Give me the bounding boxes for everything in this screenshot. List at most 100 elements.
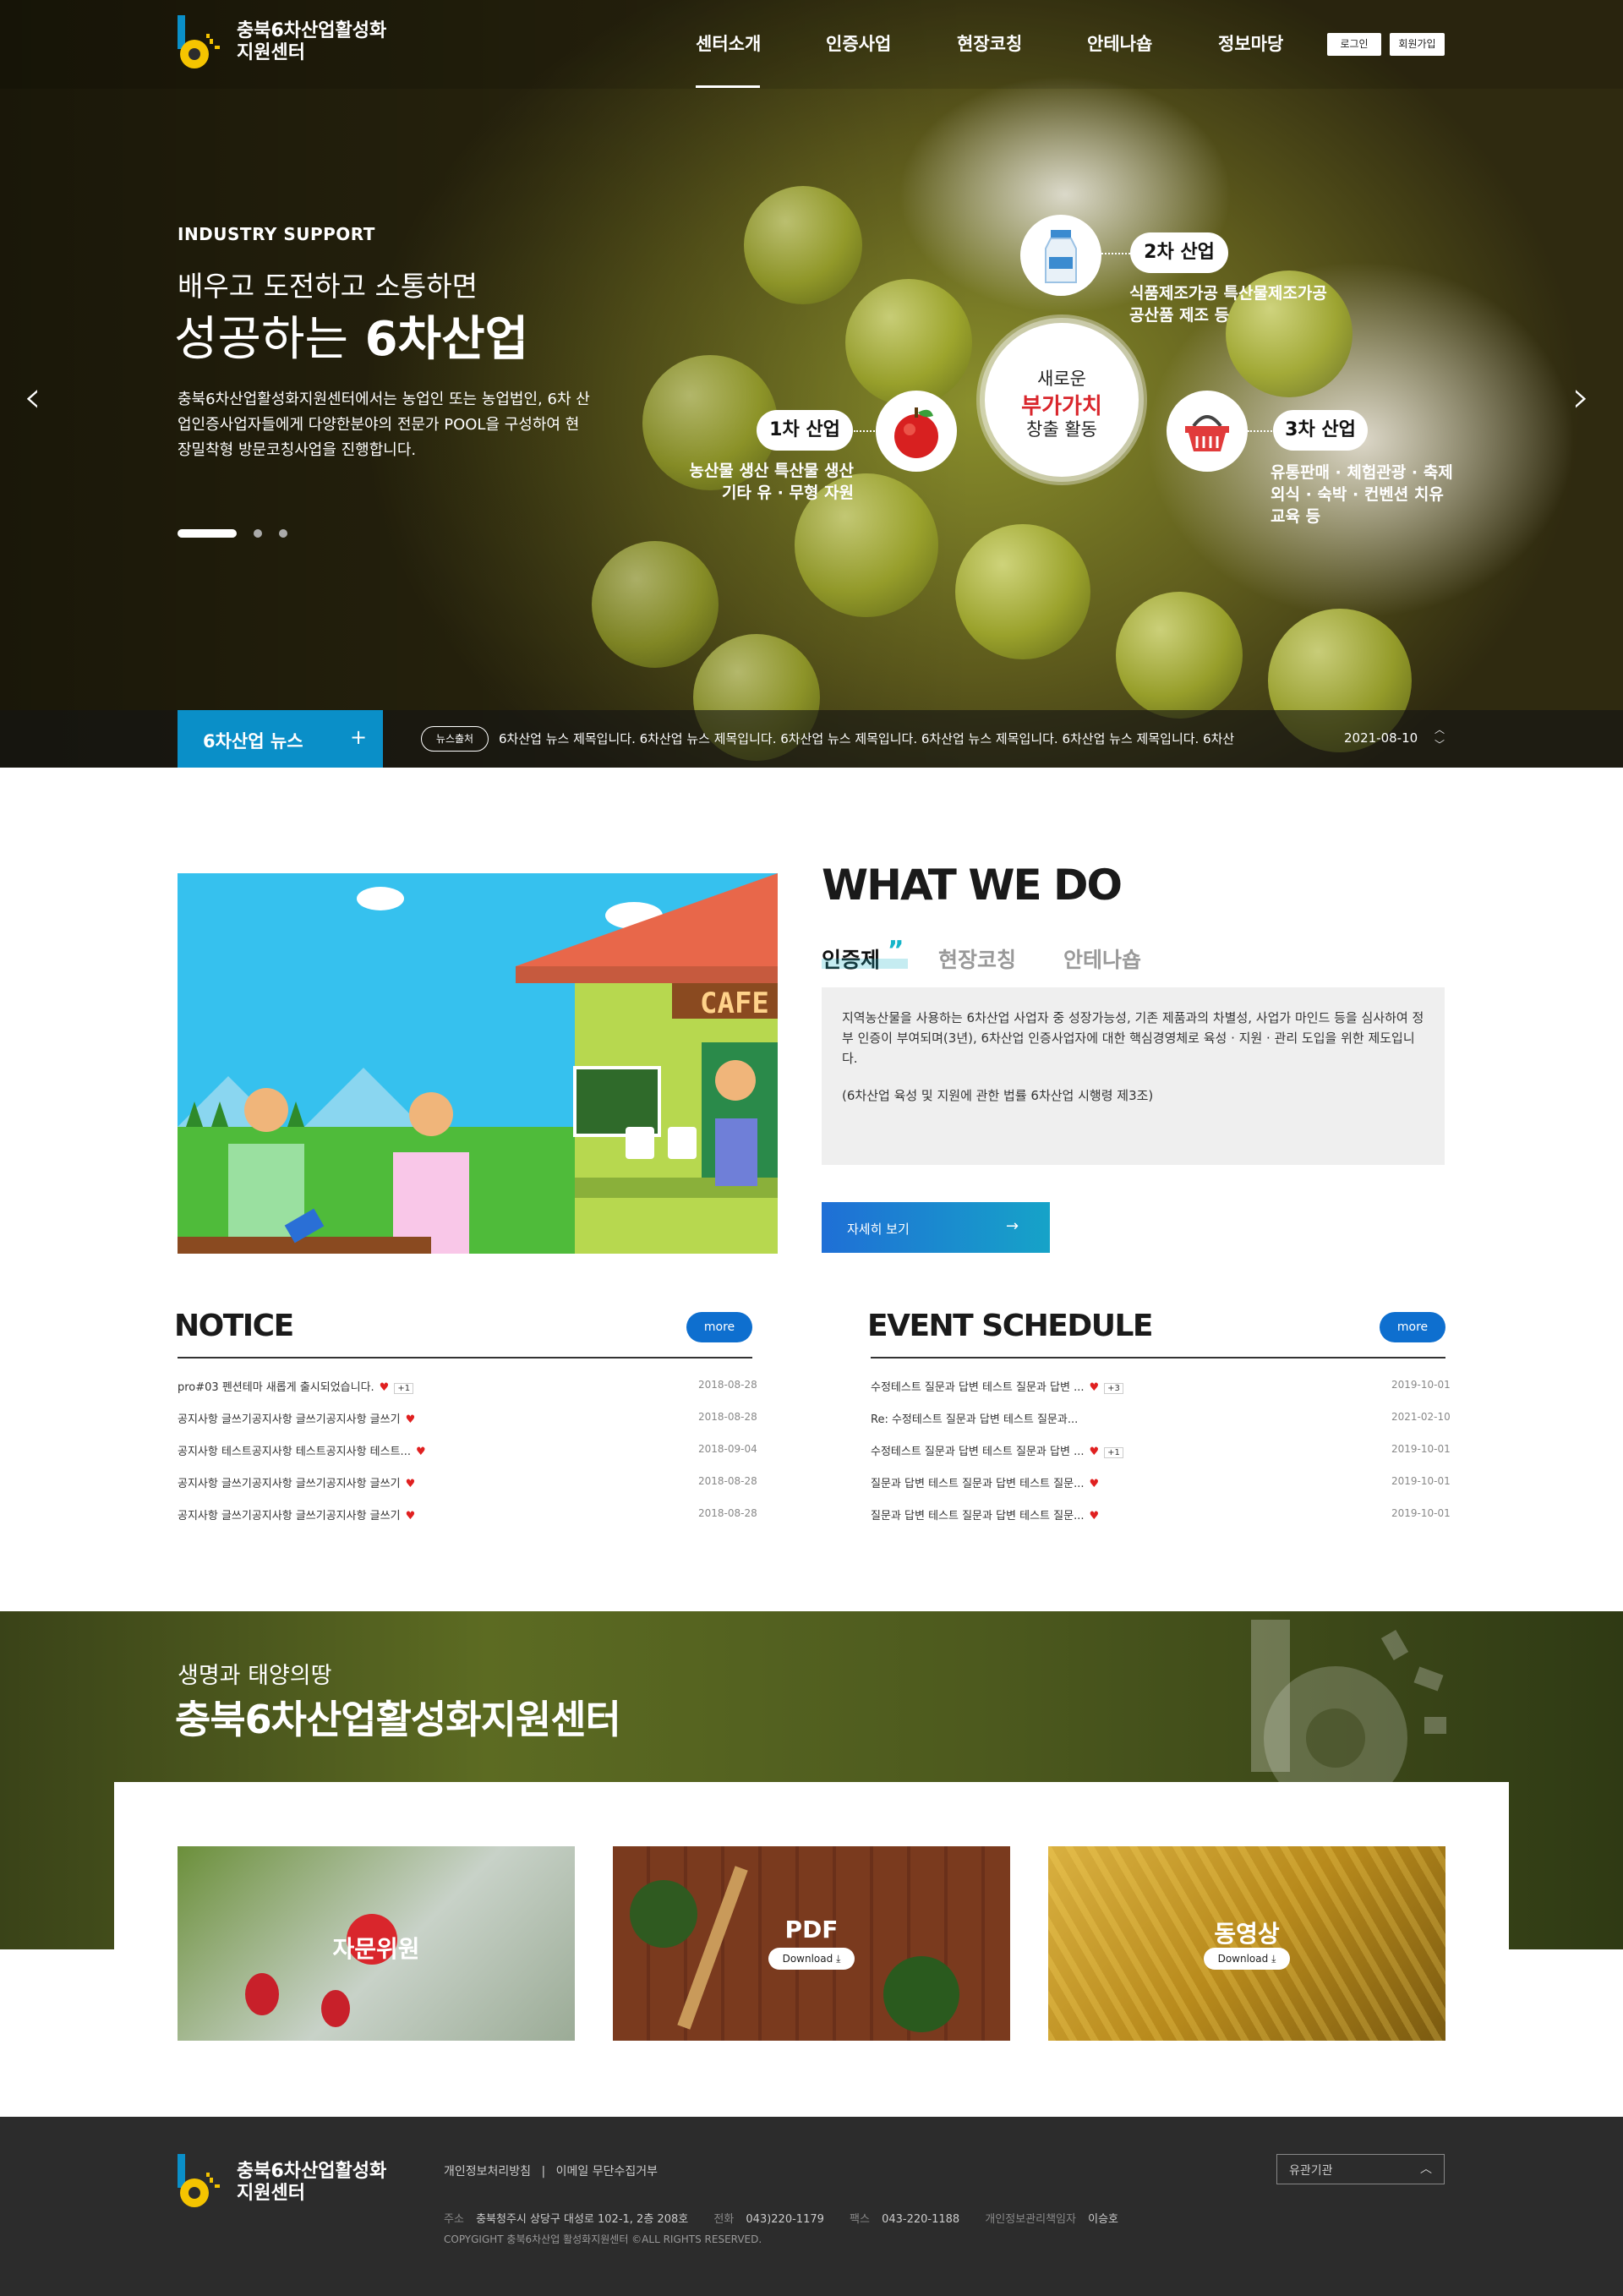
nav-item-antenna-shop[interactable]: 안테나숍 — [1087, 30, 1152, 56]
list-item-date: 2018-08-28 — [698, 1507, 757, 1519]
video-download-button[interactable]: Download ⤓ — [1204, 1948, 1290, 1970]
hero-overlay — [0, 0, 1623, 768]
industry1-desc-line1: 농산물 생산 특산물 생산 — [689, 462, 854, 480]
hero-title: 성공하는 6차산업 — [174, 301, 528, 369]
video-card[interactable]: 동영상 Download ⤓ — [1048, 1846, 1445, 2041]
notice-more-button[interactable]: more — [686, 1312, 752, 1342]
list-item-title: 공지사항 테스트공지사항 테스트공지사항 테스트... — [178, 1446, 411, 1458]
chevron-up-icon: ︿ — [1420, 2162, 1432, 2176]
brand-name-line2: 지원센터 — [237, 42, 305, 63]
industry2-desc-line1: 식품제조가공 특산물제조가공 — [1129, 284, 1327, 303]
industry1-description: 농산물 생산 특산물 생산 기타 유 · 무형 자원 — [689, 460, 854, 504]
privacy-officer-value: 이승호 — [1088, 2213, 1118, 2226]
footer-contact-info: 주소 충북청주시 상당구 대성로 102-1, 2층 208호 전화 043)2… — [444, 2210, 1118, 2226]
list-item[interactable]: 공지사항 글쓰기공지사항 글쓰기공지사항 글쓰기 ♥ — [178, 1410, 415, 1426]
industry3-desc-line3: 교육 등 — [1271, 507, 1321, 526]
pdf-card-label: PDF — [784, 1916, 839, 1943]
tel-value: 043)220-1179 — [746, 2213, 824, 2226]
signup-button[interactable]: 회원가입 — [1390, 33, 1445, 56]
slide-indicator[interactable] — [279, 529, 287, 538]
chevron-down-icon[interactable]: ﹀ — [1434, 737, 1445, 752]
logo-icon[interactable] — [178, 15, 221, 71]
list-item[interactable]: 질문과 답변 테스트 질문과 답변 테스트 질문... ♥ — [871, 1474, 1099, 1490]
nav-active-indicator — [696, 85, 760, 88]
advisor-card[interactable]: 자문위원 — [178, 1846, 575, 2041]
cafe-illustration: CAFE — [178, 873, 778, 1254]
fax-value: 043-220-1188 — [882, 2213, 960, 2226]
value-circle: 새로운 부가가치 창출 활동 — [985, 323, 1139, 477]
list-item-date: 2018-08-28 — [698, 1411, 757, 1423]
news-label-button[interactable]: 6차산업 뉴스 + — [178, 710, 383, 768]
prev-slide-arrow-icon[interactable]: ‹ — [24, 372, 41, 423]
list-item[interactable]: 공지사항 글쓰기공지사항 글쓰기공지사항 글쓰기 ♥ — [178, 1506, 415, 1522]
download-icon: ⤓ — [1271, 1953, 1276, 1965]
list-item-date: 2018-09-04 — [698, 1443, 757, 1455]
heart-icon: ♥ — [405, 1413, 416, 1426]
list-item-title: 공지사항 글쓰기공지사항 글쓰기공지사항 글쓰기 — [178, 1478, 401, 1490]
top-navigation: 충북6차산업활성화 지원센터 센터소개 인증사업 현장코칭 안테나숍 정보마당 … — [0, 0, 1623, 89]
event-more-button[interactable]: more — [1380, 1312, 1445, 1342]
value-circle-line1: 새로운 — [1037, 369, 1086, 389]
list-item[interactable]: Re: 수정테스트 질문과 답변 테스트 질문과... — [871, 1410, 1078, 1426]
list-item-date: 2018-08-28 — [698, 1475, 757, 1487]
nav-item-about[interactable]: 센터소개 — [696, 30, 761, 56]
list-item-title: 질문과 답변 테스트 질문과 답변 테스트 질문... — [871, 1510, 1085, 1522]
center-subtitle: 생명과 태양의땅 — [178, 1663, 332, 1689]
hero-section: 충북6차산업활성화 지원센터 센터소개 인증사업 현장코칭 안테나숍 정보마당 … — [0, 0, 1623, 768]
cafe-sign-text: CAFE — [700, 987, 769, 1020]
tab-antenna-shop[interactable]: 안테나숍 — [1063, 943, 1141, 974]
related-sites-select[interactable]: 유관기관 ︿ — [1276, 2154, 1445, 2184]
view-detail-label: 자세히 보기 — [847, 1222, 910, 1237]
connector-line — [1101, 253, 1130, 254]
whatwedo-body: 지역농산물을 사용하는 6차산업 사업자 중 성장가능성, 기존 제품과의 차별… — [842, 1010, 1424, 1066]
whatwedo-note: (6차산업 육성 및 지원에 관한 법률 6차산업 시행령 제3조) — [842, 1088, 1154, 1103]
email-refusal-link[interactable]: 이메일 무단수집거부 — [556, 2165, 658, 2178]
whatwedo-title: WHAT WE DO — [822, 861, 1123, 910]
video-card-label: 동영상 — [1214, 1920, 1280, 1948]
list-item[interactable]: 공지사항 글쓰기공지사항 글쓰기공지사항 글쓰기 ♥ — [178, 1474, 415, 1490]
list-item[interactable]: 공지사항 테스트공지사항 테스트공지사항 테스트... ♥ — [178, 1442, 426, 1458]
news-source-tag: 뉴스출처 — [421, 726, 489, 752]
tab-coaching[interactable]: 현장코칭 — [938, 943, 1016, 974]
slide-indicator[interactable] — [254, 529, 262, 538]
heart-icon: ♥ — [405, 1478, 416, 1490]
whatwedo-description-box: 지역농산물을 사용하는 6차산업 사업자 중 성장가능성, 기존 제품과의 차별… — [822, 987, 1445, 1165]
industry2-desc-line2: 공산품 제조 등 — [1129, 306, 1230, 325]
shopping-basket-icon — [1167, 391, 1248, 472]
list-item[interactable]: 수정테스트 질문과 답변 테스트 질문과 답변 ... ♥ +1 — [871, 1442, 1123, 1458]
address-label: 주소 — [444, 2213, 464, 2226]
strawberry-image — [245, 1973, 279, 2015]
list-item[interactable]: 질문과 답변 테스트 질문과 답변 테스트 질문... ♥ — [871, 1506, 1099, 1522]
heart-icon: ♥ — [405, 1510, 416, 1522]
nav-item-info[interactable]: 정보마당 — [1218, 30, 1283, 56]
list-item[interactable]: pro#03 펜션테마 새롭게 출시되었습니다. ♥ +1 — [178, 1378, 414, 1394]
value-circle-line3: 창출 활동 — [1026, 419, 1097, 440]
list-item[interactable]: 수정테스트 질문과 답변 테스트 질문과 답변 ... ♥ +3 — [871, 1378, 1123, 1394]
privacy-policy-link[interactable]: 개인정보처리방침 — [444, 2165, 531, 2178]
nav-item-certification[interactable]: 인증사업 — [826, 30, 891, 56]
news-headline-link[interactable]: 6차산업 뉴스 제목입니다. 6차산업 뉴스 제목입니다. 6차산업 뉴스 제목… — [499, 730, 1234, 747]
hero-description: 충북6차산업활성화지원센터에서는 농업인 또는 농업법인, 6차 산업인증사업자… — [178, 391, 590, 459]
copyright: COPYGIGHT 충북6차산업 활성화지원센터 ©ALL RIGHTS RES… — [444, 2233, 762, 2245]
brand-name[interactable]: 충북6차산업활성화 지원센터 — [237, 20, 386, 64]
next-slide-arrow-icon[interactable]: › — [1572, 372, 1590, 423]
pdf-card[interactable]: PDF Download ⤓ — [613, 1846, 1010, 2041]
list-item-title: Re: 수정테스트 질문과 답변 테스트 질문과... — [871, 1413, 1079, 1426]
list-item-title: 공지사항 글쓰기공지사항 글쓰기공지사항 글쓰기 — [178, 1510, 401, 1522]
address-value: 충북청주시 상당구 대성로 102-1, 2층 208호 — [476, 2213, 689, 2226]
connector-line — [1248, 430, 1275, 432]
pdf-download-button[interactable]: Download ⤓ — [768, 1948, 855, 1970]
chevron-up-icon[interactable]: ︿ — [1434, 722, 1445, 737]
list-item-date: 2019-10-01 — [1391, 1507, 1451, 1519]
pdf-download-label: Download — [782, 1953, 833, 1965]
footer-brand-name: 충북6차산업활성화 지원센터 — [237, 2161, 386, 2205]
login-button[interactable]: 로그인 — [1327, 33, 1381, 56]
industry2-description: 식품제조가공 특산물제조가공 공산품 제조 등 — [1129, 282, 1383, 326]
slide-indicator-active[interactable] — [178, 529, 237, 538]
industry3-desc-line2: 외식 · 숙박 · 컨벤션 치유 — [1271, 485, 1444, 504]
news-updown-controls: ︿ ﹀ — [1434, 722, 1445, 752]
view-detail-button[interactable]: 자세히 보기 → — [822, 1202, 1050, 1253]
footer — [0, 2117, 1623, 2296]
nav-item-coaching[interactable]: 현장코칭 — [957, 30, 1022, 56]
news-ticker: 6차산업 뉴스 + 뉴스출처 6차산업 뉴스 제목입니다. 6차산업 뉴스 제목… — [0, 710, 1623, 768]
